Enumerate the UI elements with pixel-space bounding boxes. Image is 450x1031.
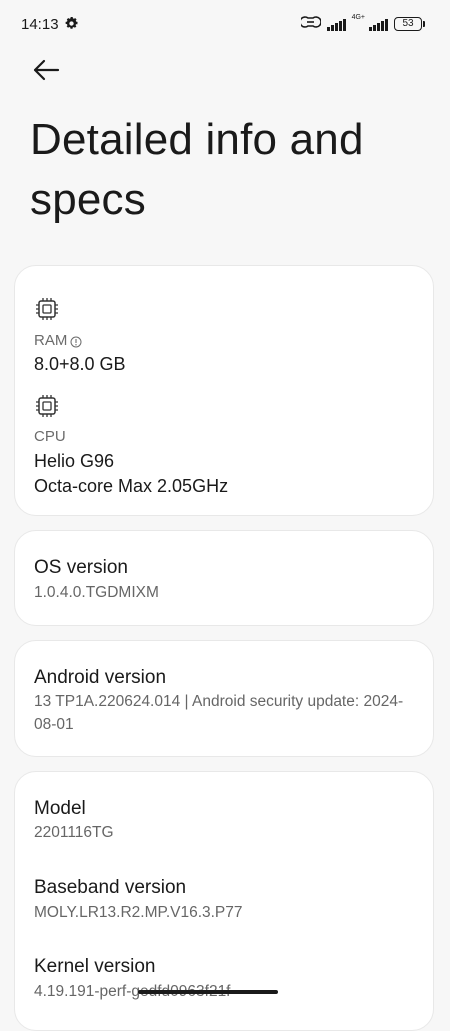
cpu-label: CPU: [34, 428, 66, 445]
status-time: 14:13: [21, 16, 59, 33]
model-title: Model: [34, 798, 86, 819]
battery-icon: 53: [394, 16, 425, 31]
cpu-model-value: Helio G96: [34, 451, 115, 471]
chip-icon: [34, 393, 60, 419]
kernel-title: Kernel version: [34, 956, 156, 977]
os-version-value: 1.0.4.0.TGDMIXM: [34, 584, 159, 601]
ram-label-text: RAM: [34, 332, 68, 349]
baseband-title: Baseband version: [34, 877, 187, 898]
status-bar: 14:13 4G+ 53: [0, 0, 450, 50]
signal-icon: [369, 17, 388, 31]
ram-value: 8.0+8.0 GB: [34, 354, 126, 374]
back-button[interactable]: [30, 56, 62, 88]
ram-label: RAM: [34, 332, 82, 349]
os-version-card[interactable]: OS version 1.0.4.0.TGDMIXM: [14, 530, 434, 626]
gear-icon: [64, 16, 79, 31]
os-version-title: OS version: [34, 557, 128, 578]
home-indicator[interactable]: [138, 990, 278, 994]
baseband-value: MOLY.LR13.R2.MP.V16.3.P77: [34, 904, 243, 921]
info-icon[interactable]: [70, 335, 82, 347]
hardware-card: RAM 8.0+8.0 GB CPU Helio G96 Octa-core M…: [14, 265, 434, 516]
page-title: Detailed info and specs: [30, 115, 364, 224]
cpu-cores-value: Octa-core Max 2.05GHz: [34, 476, 229, 496]
android-version-title: Android version: [34, 667, 167, 688]
chip-icon: [34, 296, 60, 322]
android-version-value: 13 TP1A.220624.014 | Android security up…: [34, 693, 404, 733]
signal-icon: [326, 17, 346, 31]
model-value: 2201116TG: [34, 824, 114, 841]
network-type-label: 4G+: [351, 14, 365, 21]
back-arrow-icon: [32, 59, 60, 86]
android-version-card[interactable]: Android version 13 TP1A.220624.014 | And…: [14, 640, 434, 757]
hotspot-icon: [298, 14, 322, 33]
status-indicators: 4G+ 53: [298, 14, 425, 33]
